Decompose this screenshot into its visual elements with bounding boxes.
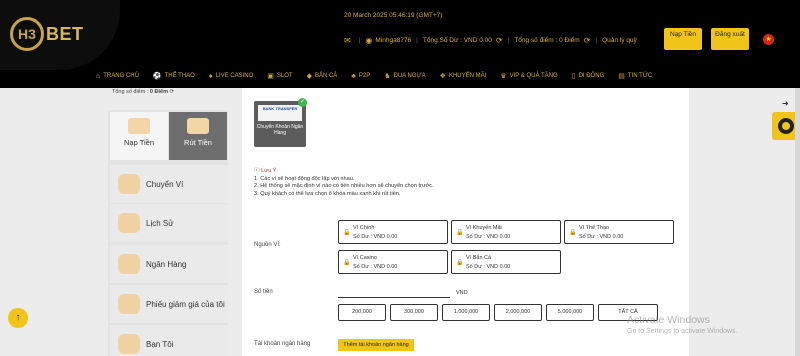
amount-1m-button[interactable]: 1,000,000 <box>442 304 490 321</box>
refresh-points-icon[interactable]: ⟳ <box>584 36 591 45</box>
account-bar: ✉ | ◉ Minhga8776 | Tổng Số Dư : VND 0.00 … <box>344 35 637 45</box>
friends-icon <box>118 334 140 354</box>
wallet-transfer-icon <box>118 174 140 194</box>
wallet-sports[interactable]: 🔒 Ví Thể Thao Số Dư : VND 0.00 <box>564 220 674 244</box>
logout-button[interactable]: Đăng xuất <box>711 28 749 50</box>
user-icon: ◉ <box>365 35 373 45</box>
withdraw-tab-icon <box>187 118 209 134</box>
amount-label: Số tiền <box>254 289 273 295</box>
page-scrollbar[interactable] <box>795 88 800 356</box>
lock-icon: 🔒 <box>343 230 351 236</box>
total-balance: Tổng Số Dư : VND 0.00 <box>422 36 492 44</box>
bank-icon <box>118 254 140 274</box>
notice-line: 3. Quý khách có thể lựa chọn ổ khóa màu … <box>254 190 401 197</box>
news-icon: ▤ <box>618 73 625 80</box>
amount-200k-button[interactable]: 200,000 <box>338 304 386 321</box>
currency-label: VND <box>456 290 468 296</box>
windows-activation-watermark: Activate Windows Go to Settings to activ… <box>627 314 738 335</box>
nav-item-horse[interactable]: ♞ ĐUA NGỰA <box>384 72 425 80</box>
lock-icon: 🔒 <box>456 230 464 236</box>
check-icon: ✓ <box>298 98 307 107</box>
nav-item-sports[interactable]: ⚽ THỂ THAO <box>153 72 195 80</box>
fish-icon: ◆ <box>306 73 312 80</box>
sidebar-item-bank[interactable]: Ngân Hàng <box>110 245 228 283</box>
amount-2m-button[interactable]: 2,000,000 <box>494 304 542 321</box>
nav-item-news[interactable]: ▤ TIN TỨC <box>618 72 652 80</box>
tab-withdraw[interactable]: Rút Tiền <box>169 112 227 160</box>
nav-item-slot[interactable]: ▣ SLOT <box>267 72 292 80</box>
site-logo[interactable]: H3 BET <box>10 17 84 51</box>
bank-account-label: Tài khoản ngân hàng <box>254 341 311 347</box>
nav-item-mobile[interactable]: ▯ DI ĐỘNG <box>572 72 605 80</box>
deposit-button[interactable]: Nạp Tiền <box>664 28 702 50</box>
funds-tabs: Nạp Tiền Rút Tiền <box>110 112 228 160</box>
method-label: Chuyển Khoản Ngân Hàng <box>256 124 304 136</box>
username: Minhga8776 <box>375 36 412 44</box>
account-manage-link[interactable]: Quản lý quỹ <box>602 37 637 44</box>
lock-icon: 🔒 <box>569 230 577 236</box>
mobile-icon: ▯ <box>571 73 576 80</box>
vn-flag-icon[interactable]: ★ <box>763 34 774 45</box>
notice-line: 1. Các ví sẽ hoạt động độc lập với nhau. <box>254 175 355 182</box>
bank-transfer-logo: BANK TRANSFER <box>258 105 302 121</box>
notice-title: ⓘ Lưu Ý: <box>254 168 278 174</box>
support-agent-icon <box>778 118 794 134</box>
logo-mark: H3 <box>10 17 44 51</box>
user-menu[interactable]: ◉ Minhga8776 <box>365 36 411 45</box>
scroll-to-top-button[interactable]: ↑ <box>8 308 28 328</box>
history-icon <box>118 213 140 233</box>
mail-icon[interactable]: ✉ <box>344 36 354 45</box>
home-icon: ⌂ <box>96 72 101 80</box>
amount-300k-button[interactable]: 300,000 <box>390 304 438 321</box>
horse-icon: ♞ <box>384 73 391 80</box>
coupon-icon <box>118 294 140 314</box>
arrow-up-icon: ↑ <box>15 312 21 323</box>
notice-line: 2. Hệ thống sẽ mặc định ví nào có tiền n… <box>254 183 434 189</box>
method-bank-transfer[interactable]: BANK TRANSFER Chuyển Khoản Ngân Hàng <box>254 101 306 147</box>
lock-icon: 🔒 <box>456 260 464 266</box>
top-header: H3 BET 20 March 2025 05:46:19 (GMT+7) ✉ … <box>0 0 800 88</box>
arrow-right-icon[interactable]: ➜ <box>782 99 789 108</box>
slot-icon: ▣ <box>267 73 274 80</box>
sidebar-item-history[interactable]: Lịch Sử <box>110 204 228 242</box>
p2p-icon: ♣ <box>351 72 356 80</box>
notice-block: ⓘ Lưu Ý: 1. Các ví sẽ hoạt động độc lập … <box>254 168 434 198</box>
nav-item-fish[interactable]: ◆ BẮN CÁ <box>307 72 338 80</box>
refresh-balance-icon[interactable]: ⟳ <box>496 36 503 45</box>
tab-deposit[interactable]: Nạp Tiền <box>110 112 168 160</box>
wallet-fish[interactable]: 🔒 Ví Bắn Cá Số Dư : VND 0.00 <box>451 250 561 274</box>
gift-icon: ❖ <box>439 73 446 80</box>
sidebar-points: Tổng số điểm : 0 Điểm ⟳ <box>112 89 175 95</box>
nav-item-promo[interactable]: ❖ KHUYẾN MÃI <box>440 72 487 80</box>
wallet-casino[interactable]: 🔒 Ví Casino Số Dư : VND 0.00 <box>338 250 448 274</box>
vip-icon: ♛ <box>500 73 507 80</box>
amount-5m-button[interactable]: 5,000,000 <box>546 304 594 321</box>
source-label: Nguồn Ví: <box>254 242 281 248</box>
sidebar-item-transfer[interactable]: Chuyển Ví <box>110 165 228 203</box>
wallet-main[interactable]: 🔒 Ví Chính Số Dư : VND 0.00 <box>338 220 448 244</box>
sidebar-item-friends[interactable]: Bạn Tôi <box>110 325 228 356</box>
nav-item-p2p[interactable]: ♣ P2P <box>351 72 370 80</box>
wallet-promo[interactable]: 🔒 Ví Khuyến Mãi Số Dư : VND 0.00 <box>451 220 561 244</box>
sidebar-item-coupons[interactable]: Phiếu giảm giá của tôi <box>110 285 228 323</box>
refresh-points-sidebar-icon[interactable]: ⟳ <box>170 89 175 95</box>
amount-input[interactable] <box>338 297 450 298</box>
sports-icon: ⚽ <box>152 73 162 80</box>
add-bank-account-button[interactable]: Thêm tài khoản ngân hàng <box>338 339 414 351</box>
main-nav: ⌂ TRANG CHỦ ⚽ THỂ THAO ♠ LIVE CASINO ▣ SLOT … <box>96 72 666 81</box>
nav-item-live-casino[interactable]: ♠ LIVE CASINO <box>209 72 253 80</box>
total-points: Tổng số điểm : 0 Điểm <box>514 36 580 44</box>
nav-item-home[interactable]: ⌂ TRANG CHỦ <box>96 72 139 80</box>
lock-icon: 🔒 <box>343 260 351 266</box>
casino-icon: ♠ <box>208 72 213 80</box>
deposit-tab-icon <box>128 118 150 134</box>
logo-text: BET <box>46 23 84 44</box>
server-datetime: 20 March 2025 05:46:19 (GMT+7) <box>344 12 443 19</box>
nav-item-vip[interactable]: ♛ VIP & QUÀ TẶNG <box>500 72 557 80</box>
